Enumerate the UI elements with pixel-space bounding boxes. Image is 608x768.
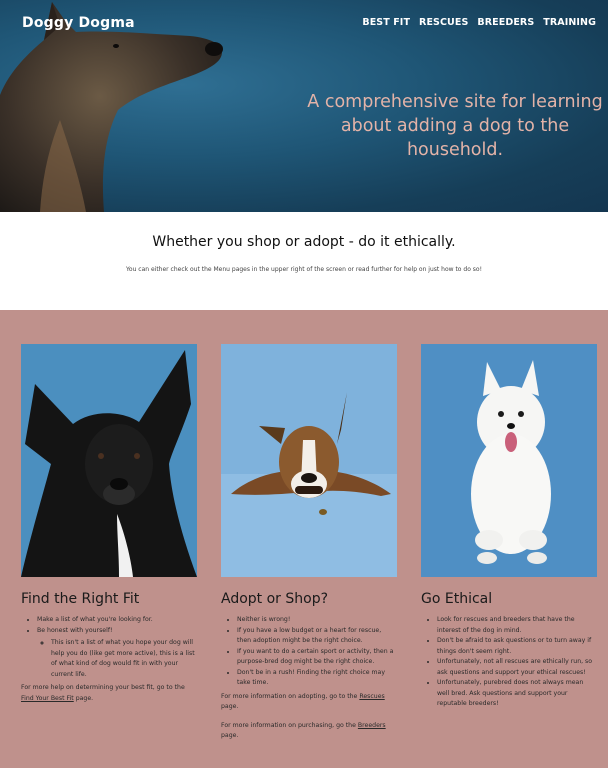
intro-section: Whether you shop or adopt - do it ethica… <box>0 212 608 310</box>
best-fit-link[interactable]: Find Your Best Fit <box>21 695 74 702</box>
list-item: Be honest with yourself! This isn't a li… <box>37 626 197 681</box>
main-nav: BEST FIT RESCUES BREEDERS TRAINING <box>362 17 596 28</box>
shepherd-dog-image <box>0 2 223 212</box>
list-item: Unfortunately, not all rescues are ethic… <box>437 657 597 678</box>
card-footer-text: For more help on determining your best f… <box>21 684 185 702</box>
list-item: Look for rescues and breeders that have … <box>437 615 597 636</box>
intro-heading: Whether you shop or adopt - do it ethica… <box>152 234 456 250</box>
list-item: Unfortunately, purebred does not always … <box>437 678 597 710</box>
hero-tagline: A comprehensive site for learning about … <box>307 92 603 160</box>
list-item: Neither is wrong! <box>237 615 397 626</box>
breeders-link[interactable]: Breeders <box>358 722 386 729</box>
card-right-fit: Find the Right Fit Make a list of what y… <box>21 344 197 704</box>
card-bullet-list: Neither is wrong! If you have a low budg… <box>221 615 397 689</box>
nav-rescues[interactable]: RESCUES <box>419 17 468 28</box>
rescues-link[interactable]: Rescues <box>359 693 384 700</box>
cards-section: Find the Right Fit Make a list of what y… <box>0 310 608 768</box>
card-footer-text: For more information on purchasing, go t… <box>221 721 386 740</box>
hero-banner: Doggy Dogma BEST FIT RESCUES BREEDERS TR… <box>0 0 608 212</box>
site-logo[interactable]: Doggy Dogma <box>22 15 135 31</box>
black-dog-photo <box>21 344 197 577</box>
card-go-ethical: Go Ethical Look for rescues and breeders… <box>421 344 597 710</box>
nav-breeders[interactable]: BREEDERS <box>477 17 534 28</box>
list-item: Make a list of what you're looking for. <box>37 615 197 626</box>
card-title: Adopt or Shop? <box>221 591 329 607</box>
intro-text: You can either check out the Menu pages … <box>126 266 482 273</box>
nav-training[interactable]: TRAINING <box>543 17 596 28</box>
nav-best-fit[interactable]: BEST FIT <box>362 17 410 28</box>
boxer-dog-photo <box>221 344 397 577</box>
card-footer-text: For more information on adopting, go to … <box>221 692 385 711</box>
list-item: This isn't a list of what you hope your … <box>51 638 197 680</box>
list-item-text: Be honest with yourself! <box>37 626 113 634</box>
list-item: Don't be afraid to ask questions or to t… <box>437 636 597 657</box>
sub-bullet-list: This isn't a list of what you hope your … <box>37 638 197 680</box>
list-item: Don't be in a rush! Finding the right ch… <box>237 668 397 689</box>
list-item: If you have a low budget or a heart for … <box>237 626 397 647</box>
list-item: If you want to do a certain sport or act… <box>237 647 397 668</box>
card-adopt-or-shop: Adopt or Shop? Neither is wrong! If you … <box>221 344 397 742</box>
card-bullet-list: Look for rescues and breeders that have … <box>421 615 597 710</box>
card-title: Go Ethical <box>421 591 493 607</box>
card-title: Find the Right Fit <box>21 591 140 607</box>
card-bullet-list: Make a list of what you're looking for. … <box>21 615 197 680</box>
samoyed-dog-photo <box>421 344 597 577</box>
